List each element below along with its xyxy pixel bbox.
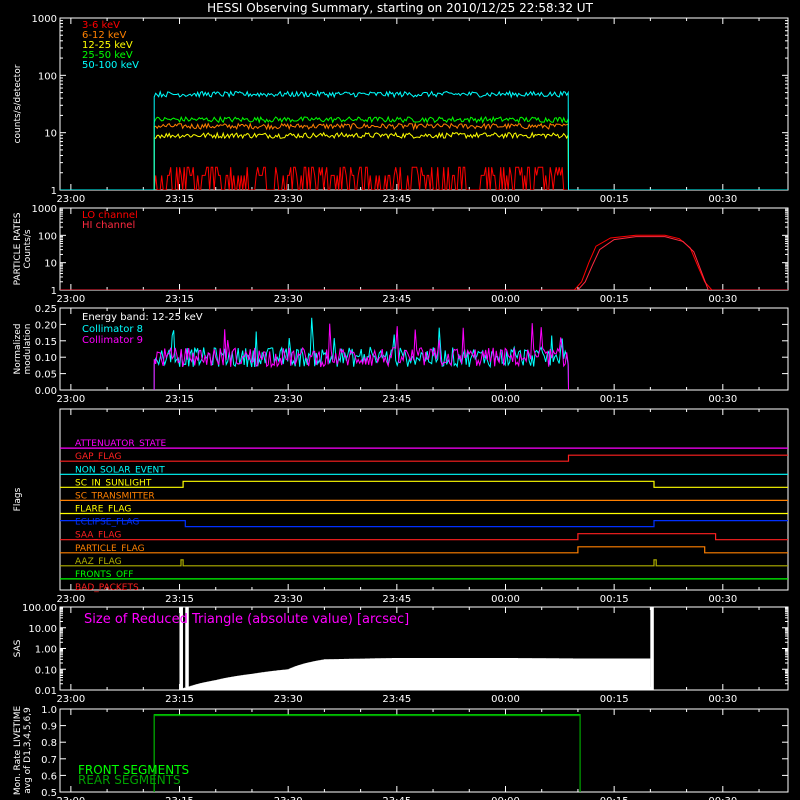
particle-rates-xtick-label: 00:00: [491, 294, 520, 305]
livetime-ylabel: avg of D1,3,4,5,6,9: [23, 707, 33, 794]
modulation-xtick-label: 00:30: [708, 394, 737, 405]
livetime-xtick-label: 23:45: [382, 796, 411, 800]
particle-rates-ytick-label: 1000: [32, 204, 57, 215]
sas-ytick-label: 100.00: [22, 603, 57, 614]
count-rates-legend-4: 50-100 keV: [82, 60, 139, 71]
sas-xtick-label: 23:45: [382, 694, 411, 705]
modulation-annotation: Energy band: 12-25 keV: [82, 312, 203, 323]
livetime-xtick-label: 00:00: [491, 796, 520, 800]
modulation-xtick-label: 00:00: [491, 394, 520, 405]
modulation-ytick-label: 0.25: [35, 304, 57, 315]
flags-label-particle-flag: PARTICLE_FLAG: [75, 544, 145, 554]
count-rates-ytick-label: 1000: [32, 14, 57, 25]
sas-series-0-spike-2: [650, 607, 654, 690]
sas-xtick-label: 00:30: [708, 694, 737, 705]
livetime-xtick-label: 23:15: [165, 796, 194, 800]
modulation-legend-1: Collimator 9: [82, 335, 143, 346]
livetime-ytick-label: 1.0: [41, 705, 57, 716]
count-rates-xtick-label: 23:30: [274, 194, 303, 205]
particle-rates-xtick-label: 23:30: [274, 294, 303, 305]
count-rates-ytick-label: 10: [44, 129, 57, 140]
figure-title: HESSI Observing Summary, starting on 201…: [207, 1, 593, 15]
flags-label-eclipse-flag: ECLIPSE_FLAG: [75, 518, 139, 528]
particle-rates-xtick-label: 00:30: [708, 294, 737, 305]
particle-rates-xtick-label: 00:15: [600, 294, 629, 305]
modulation-ytick-label: 0.20: [35, 320, 57, 331]
sas-xtick-label: 23:30: [274, 694, 303, 705]
flags-label-attenuator-state: ATTENUATOR_STATE: [75, 439, 167, 449]
sas-xtick-label: 23:00: [56, 694, 85, 705]
modulation-ytick-label: 0.15: [35, 337, 57, 348]
count-rates-xtick-label: 00:00: [491, 194, 520, 205]
livetime-xtick-label: 23:00: [56, 796, 85, 800]
flags-ylabel: Flags: [13, 487, 23, 511]
livetime-legend-1: REAR SEGMENTS: [78, 773, 181, 787]
livetime-ytick-label: 0.5: [41, 788, 57, 799]
flags-xtick-label: 00:00: [491, 594, 520, 605]
livetime-xtick-label: 23:30: [274, 796, 303, 800]
sas-ytick-label: 10.00: [28, 624, 57, 635]
flags-label-bad-packets: BAD_PACKETS: [75, 583, 139, 593]
particle-rates-xtick-label: 23:00: [56, 294, 85, 305]
flags-label-gap-flag: GAP_FLAG: [75, 452, 121, 462]
modulation-xtick-label: 00:15: [600, 394, 629, 405]
livetime-ytick-label: 0.8: [41, 738, 57, 749]
livetime-xtick-label: 00:30: [708, 796, 737, 800]
modulation-xtick-label: 23:45: [382, 394, 411, 405]
particle-rates-ylabel: PARTICLE RATES: [13, 212, 23, 285]
livetime-ylabel: Mon. Rate LIVETIME: [13, 706, 23, 796]
count-rates-xtick-label: 00:30: [708, 194, 737, 205]
flags-label-non-solar-event: NON_SOLAR_EVENT: [75, 465, 165, 475]
count-rates-ylabel: counts/s/detector: [13, 64, 23, 143]
modulation-legend-0: Collimator 8: [82, 324, 143, 335]
flags-xtick-label: 23:30: [274, 594, 303, 605]
livetime-ytick-label: 0.7: [41, 755, 57, 766]
modulation-xtick-label: 23:15: [165, 394, 194, 405]
sas-ytick-label: 0.01: [35, 686, 57, 697]
particle-rates-ylabel: Counts/s: [23, 229, 33, 268]
sas-xtick-label: 23:15: [165, 694, 194, 705]
sas-annotation: Size of Reduced Triangle (absolute value…: [84, 612, 409, 627]
count-rates-xtick-label: 23:15: [165, 194, 194, 205]
livetime-xtick-label: 00:15: [600, 796, 629, 800]
flags-label-sc-transmitter: SC_TRANSMITTER: [75, 491, 155, 501]
particle-rates-legend-1: HI channel: [82, 220, 135, 231]
flags-xtick-label: 23:15: [165, 594, 194, 605]
flags-xtick-label: 23:00: [56, 594, 85, 605]
flags-xtick-label: 00:30: [708, 594, 737, 605]
count-rates-xtick-label: 23:45: [382, 194, 411, 205]
count-rates-xtick-label: 00:15: [600, 194, 629, 205]
particle-rates-xtick-label: 23:15: [165, 294, 194, 305]
modulation-xtick-label: 23:00: [56, 394, 85, 405]
flags-label-aaz-flag: AAZ_FLAG: [75, 557, 122, 567]
sas-xtick-label: 00:15: [600, 694, 629, 705]
sas-ytick-label: 1.00: [35, 645, 57, 656]
modulation-ylabel: modulation: [23, 324, 33, 375]
count-rates-ytick-label: 1: [51, 186, 57, 197]
livetime-ytick-label: 0.9: [41, 722, 57, 733]
modulation-ylabel: Normalized: [13, 323, 23, 374]
modulation-ytick-label: 0.10: [35, 353, 57, 364]
modulation-ytick-label: 0.00: [35, 386, 57, 397]
livetime-ytick-label: 0.6: [41, 771, 57, 782]
sas-ytick-label: 0.10: [35, 665, 57, 676]
observing-summary-figure: HESSI Observing Summary, starting on 201…: [0, 0, 800, 800]
particle-rates-xtick-label: 23:45: [382, 294, 411, 305]
sas-xtick-label: 00:00: [491, 694, 520, 705]
modulation-xtick-label: 23:30: [274, 394, 303, 405]
flags-xtick-label: 23:45: [382, 594, 411, 605]
flags-label-flare-flag: FLARE_FLAG: [75, 505, 131, 515]
flags-xtick-label: 00:15: [600, 594, 629, 605]
count-rates-ytick-label: 100: [38, 71, 57, 82]
flags-label-sc-in-sunlight: SC_IN_SUNLIGHT: [75, 478, 152, 488]
flags-label-fronts-off: FRONTS_OFF: [75, 570, 133, 580]
particle-rates-ytick-label: 10: [44, 259, 57, 270]
sas-ylabel: SAS: [13, 639, 23, 657]
particle-rates-ytick-label: 100: [38, 231, 57, 242]
count-rates-xtick-label: 23:00: [56, 194, 85, 205]
flags-label-saa-flag: SAA_FLAG: [75, 531, 121, 541]
modulation-ytick-label: 0.05: [35, 370, 57, 381]
particle-rates-ytick-label: 1: [51, 286, 57, 297]
